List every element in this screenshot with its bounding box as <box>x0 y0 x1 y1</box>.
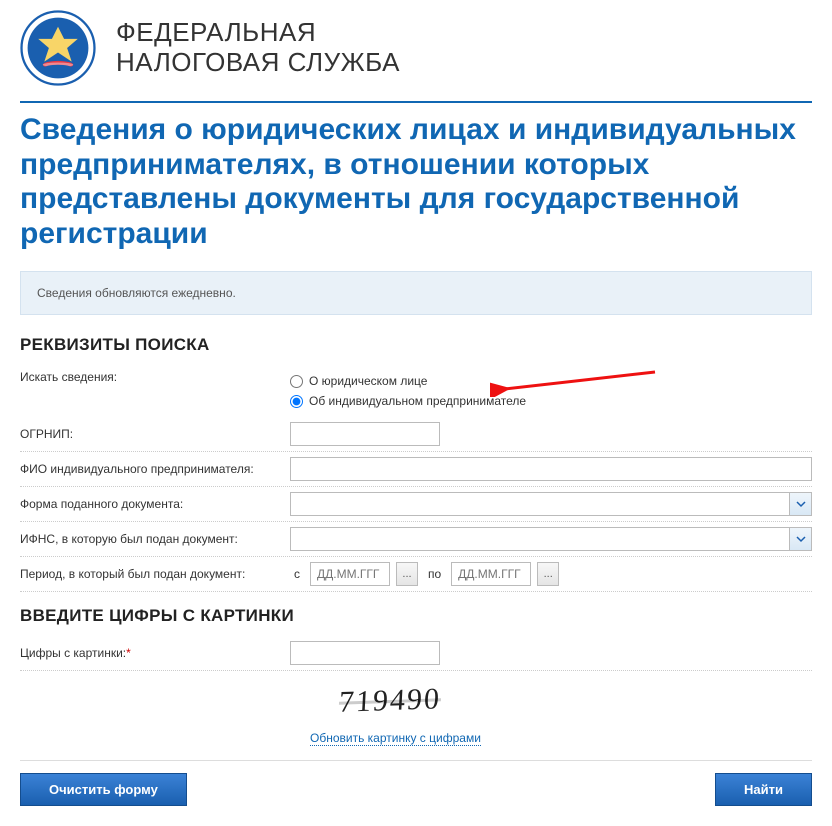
page-header: ФЕДЕРАЛЬНАЯ НАЛОГОВАЯ СЛУЖБА <box>20 0 812 101</box>
org-title-line1: ФЕДЕРАЛЬНАЯ <box>116 18 400 48</box>
org-title: ФЕДЕРАЛЬНАЯ НАЛОГОВАЯ СЛУЖБА <box>116 18 400 78</box>
label-fio: ФИО индивидуального предпринимателя: <box>20 462 290 476</box>
label-ogrnip: ОГРНИП: <box>20 427 290 441</box>
ifns-select[interactable] <box>290 527 812 551</box>
captcha-value: 719490 <box>338 682 442 720</box>
section-search-params: РЕКВИЗИТЫ ПОИСКА <box>20 335 812 355</box>
clear-form-button[interactable]: Очистить форму <box>20 773 187 806</box>
fns-logo-icon <box>20 10 96 86</box>
radio-individual-entrepreneur-label: Об индивидуальном предпринимателе <box>309 394 526 408</box>
label-doc-form: Форма поданного документа: <box>20 497 290 511</box>
update-notice: Сведения обновляются ежедневно. <box>20 271 812 315</box>
chevron-down-icon <box>789 528 811 550</box>
period-from-input[interactable] <box>310 562 390 586</box>
captcha-image: 719490 <box>310 677 470 725</box>
period-from-picker-button[interactable]: ... <box>396 562 418 586</box>
org-title-line2: НАЛОГОВАЯ СЛУЖБА <box>116 48 400 78</box>
label-period: Период, в который был подан документ: <box>20 567 290 581</box>
radio-legal-entity-input[interactable] <box>290 375 303 388</box>
refresh-captcha-link[interactable]: Обновить картинку с цифрами <box>310 731 481 746</box>
doc-form-select[interactable] <box>290 492 812 516</box>
period-to-label: по <box>424 567 445 581</box>
label-search-for: Искать сведения: <box>20 370 290 384</box>
page-title: Сведения о юридических лицах и индивидуа… <box>20 101 812 251</box>
label-captcha: Цифры с картинки:* <box>20 646 290 660</box>
label-ifns: ИФНС, в которую был подан документ: <box>20 532 290 546</box>
fio-input[interactable] <box>290 457 812 481</box>
radio-individual-entrepreneur-input[interactable] <box>290 395 303 408</box>
radio-legal-entity-label: О юридическом лице <box>309 374 427 388</box>
chevron-down-icon <box>789 493 811 515</box>
required-mark: * <box>126 646 131 660</box>
radio-legal-entity[interactable]: О юридическом лице <box>290 374 526 388</box>
period-to-picker-button[interactable]: ... <box>537 562 559 586</box>
captcha-input[interactable] <box>290 641 440 665</box>
section-captcha: ВВЕДИТЕ ЦИФРЫ С КАРТИНКИ <box>20 606 812 626</box>
period-to-input[interactable] <box>451 562 531 586</box>
search-button[interactable]: Найти <box>715 773 812 806</box>
period-from-label: с <box>290 567 304 581</box>
radio-individual-entrepreneur[interactable]: Об индивидуальном предпринимателе <box>290 394 526 408</box>
ogrnip-input[interactable] <box>290 422 440 446</box>
